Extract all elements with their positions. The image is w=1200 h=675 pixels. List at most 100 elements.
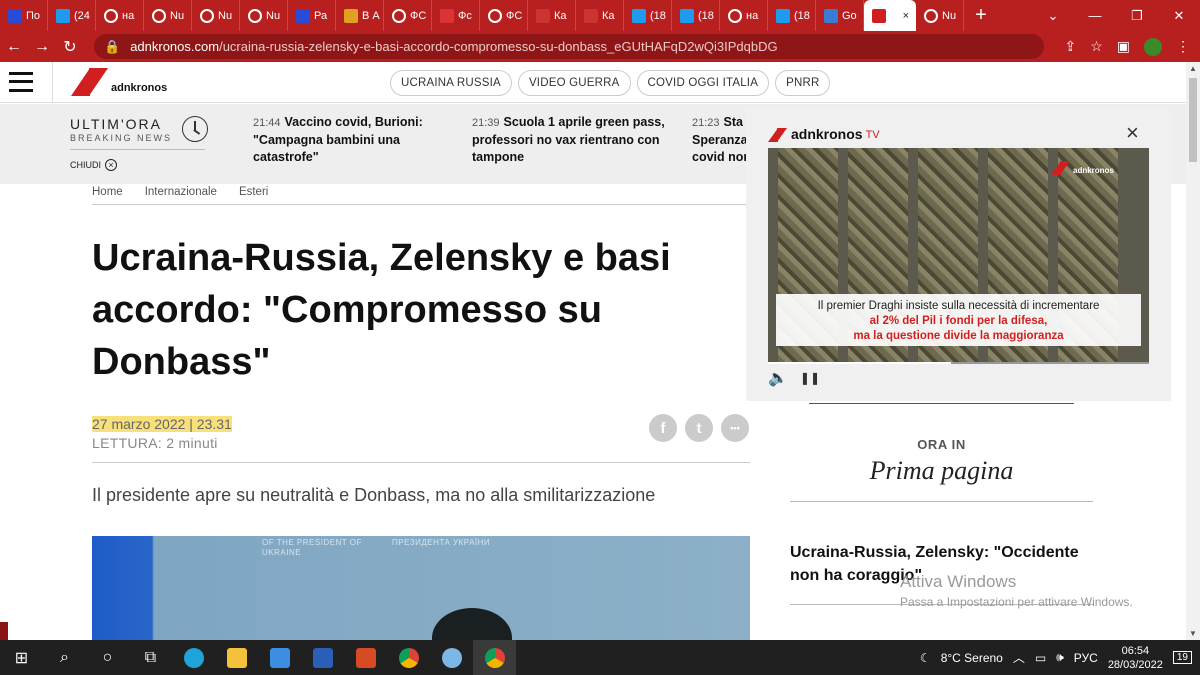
sidepanel-icon[interactable]: ▣ — [1117, 38, 1130, 55]
maximize-button[interactable]: ❐ — [1116, 0, 1158, 31]
breaking-item[interactable]: 21:39 Scuola 1 aprile green pass, profess… — [472, 114, 677, 166]
adnkronos-logo-mark — [768, 128, 788, 142]
scroll-down-icon[interactable]: ▼ — [1186, 629, 1200, 638]
nav-pill-ucraina-russia[interactable]: UCRAINA RUSSIA — [390, 70, 512, 96]
reload-icon[interactable]: ↻ — [56, 37, 84, 57]
close-breaking-button[interactable]: CHIUDI × — [70, 159, 117, 171]
close-tab-icon[interactable]: × — [903, 10, 909, 22]
forward-icon[interactable]: → — [28, 38, 56, 56]
tab-title: Nu — [218, 9, 233, 22]
chrome-icon[interactable] — [387, 640, 430, 675]
system-clock[interactable]: 06:54 28/03/2022 — [1108, 644, 1163, 672]
browser-tab[interactable]: Nu — [240, 0, 288, 31]
browser-tab[interactable]: на — [96, 0, 144, 31]
task-view-icon[interactable]: ⧉ — [129, 640, 172, 675]
tray-chevron-icon[interactable]: ︿ — [1013, 649, 1025, 666]
browser-tab[interactable]: ФС — [384, 0, 432, 31]
browser-tab[interactable]: По — [0, 0, 48, 31]
side-tab-edge — [0, 622, 8, 640]
browser-tab[interactable]: на — [720, 0, 768, 31]
close-player-icon[interactable]: × — [1126, 120, 1139, 146]
adnkronos-logo[interactable]: adnkronos — [71, 68, 167, 96]
tab-search-icon[interactable]: ⌄ — [1032, 0, 1074, 31]
tab-title: По — [26, 9, 41, 22]
gb-icon — [824, 8, 838, 23]
close-window-button[interactable]: ✕ — [1158, 0, 1200, 31]
language-indicator[interactable]: РУС — [1074, 651, 1098, 665]
breaking-time: 21:39 — [472, 117, 500, 129]
topic-nav: UCRAINA RUSSIA VIDEO GUERRA COVID OGGI I… — [390, 70, 831, 96]
weather-moon-icon[interactable]: ☾ — [920, 651, 931, 665]
browser-tab[interactable]: Nu — [192, 0, 240, 31]
photo-backdrop-text: ПРЕЗИДЕНТА УКРАЇНИ — [392, 538, 491, 547]
address-bar[interactable]: 🔒 adnkronos.com/ucraina-russia-zelensky-… — [94, 34, 1044, 59]
browser-tab[interactable]: Ра — [288, 0, 336, 31]
browser-tab-strip: По (24 на Nu Nu Nu Ра В А ФС Фс ФС Ка Ка (18 (18 на (18 G… — [0, 0, 1200, 31]
page-scrollbar[interactable]: ▲ ▼ — [1186, 62, 1200, 640]
facebook-share-icon[interactable]: f — [649, 414, 677, 442]
nav-pill-video-guerra[interactable]: VIDEO GUERRA — [517, 70, 631, 96]
video-caption: Il premier Draghi insiste sulla necessit… — [776, 294, 1141, 346]
breaking-item[interactable]: 21:23 Sta Speranza covid non — [692, 114, 752, 174]
browser-tab[interactable]: Фс — [432, 0, 480, 31]
breadcrumb-home[interactable]: Home — [92, 186, 123, 198]
chrome-favicon-icon — [924, 8, 938, 23]
browser-tab[interactable]: Nu — [144, 0, 192, 31]
browser-tab[interactable]: В А — [336, 0, 384, 31]
file-explorer-icon[interactable] — [215, 640, 258, 675]
breadcrumb-internazionale[interactable]: Internazionale — [145, 186, 217, 198]
windows-start-icon[interactable]: ⊞ — [0, 640, 43, 675]
video-progress-fill — [768, 362, 951, 364]
tab-title: ФС — [410, 9, 427, 22]
browser-tab[interactable]: Ка — [576, 0, 624, 31]
browser-tab[interactable]: ФС — [480, 0, 528, 31]
more-share-icon[interactable]: ••• — [721, 414, 749, 442]
article-photo: OF THE PRESIDENT OF UKRAINE ПРЕЗИДЕНТА У… — [92, 536, 750, 640]
twitter-icon — [56, 8, 70, 23]
browser-tab[interactable]: Go — [816, 0, 864, 31]
browser-tab[interactable]: (18 — [768, 0, 816, 31]
sidebar-box-edge — [809, 401, 1074, 404]
browser-tab[interactable]: (18 — [624, 0, 672, 31]
cortana-icon[interactable]: ○ — [86, 640, 129, 675]
breadcrumb-esteri[interactable]: Esteri — [239, 186, 268, 198]
hamburger-menu-icon[interactable] — [9, 72, 33, 92]
video-frame[interactable]: adnkronos Il premier Draghi insiste sull… — [768, 148, 1149, 363]
browser-tab-active[interactable]: × — [864, 0, 916, 31]
breaking-item[interactable]: 21:44 Vaccino covid, Burioni: "Campagna b… — [253, 114, 458, 166]
store-icon[interactable] — [258, 640, 301, 675]
notifications-icon[interactable]: 19 — [1172, 651, 1192, 664]
chrome-active-icon[interactable] — [473, 640, 516, 675]
share-icon[interactable]: ⇪ — [1064, 38, 1076, 55]
weather-text[interactable]: 8°C Sereno — [941, 651, 1003, 665]
word-icon[interactable] — [301, 640, 344, 675]
office-icon[interactable] — [344, 640, 387, 675]
network-icon[interactable]: ▭ — [1035, 651, 1046, 665]
back-icon[interactable]: ← — [0, 38, 28, 56]
photo-person — [432, 608, 512, 640]
browser-tab[interactable]: Nu — [916, 0, 964, 31]
url-host: adnkronos.com — [130, 39, 220, 54]
volume-tray-icon[interactable]: 🕪 — [1056, 650, 1064, 665]
paint-icon[interactable] — [430, 640, 473, 675]
browser-tab[interactable]: (18 — [672, 0, 720, 31]
twitter-share-icon[interactable]: t — [685, 414, 713, 442]
new-tab-icon[interactable]: + — [964, 0, 998, 31]
profile-avatar[interactable] — [1144, 37, 1162, 56]
browser-tab[interactable]: (24 — [48, 0, 96, 31]
pause-icon[interactable]: ❚❚ — [800, 371, 820, 385]
menu-kebab-icon[interactable]: ⋮ — [1176, 38, 1190, 55]
lock-icon: 🔒 — [104, 38, 121, 54]
scroll-up-icon[interactable]: ▲ — [1186, 64, 1200, 73]
nav-pill-covid[interactable]: COVID OGGI ITALIA — [636, 70, 770, 96]
search-icon[interactable]: ⌕ — [43, 640, 86, 675]
scrollbar-thumb[interactable] — [1189, 78, 1197, 162]
volume-icon[interactable]: 🔈 — [768, 368, 788, 388]
video-watermark: adnkronos — [1051, 161, 1114, 175]
bookmark-star-icon[interactable]: ☆ — [1090, 38, 1103, 55]
video-progress-bar[interactable] — [768, 362, 1149, 364]
minimize-button[interactable]: — — [1074, 0, 1116, 31]
nav-pill-pnrr[interactable]: PNRR — [775, 70, 831, 96]
browser-tab[interactable]: Ка — [528, 0, 576, 31]
edge-icon[interactable] — [172, 640, 215, 675]
